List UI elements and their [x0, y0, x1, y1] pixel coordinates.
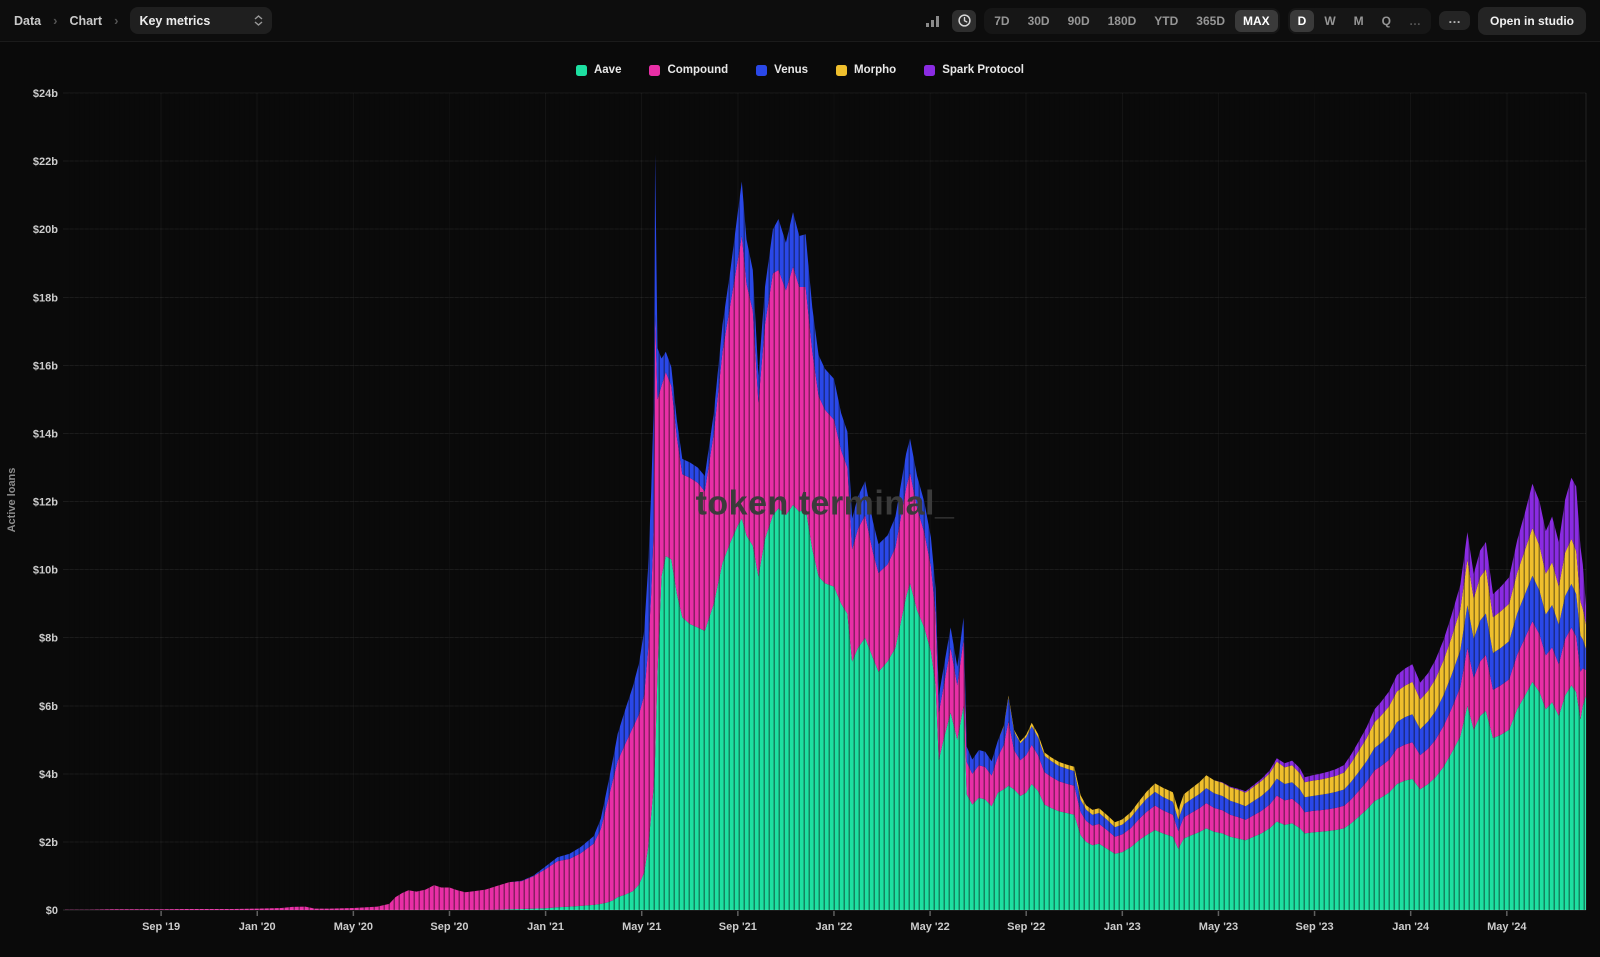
x-axis-label: Jan '20 [239, 921, 276, 933]
x-axis-label: Jan '23 [1104, 921, 1141, 933]
chevron-right-icon: › [53, 13, 57, 28]
legend-item-morpho[interactable]: Morpho [836, 64, 896, 76]
x-axis-label: Sep '22 [1007, 921, 1045, 933]
range-max[interactable]: MAX [1235, 10, 1278, 32]
y-axis-label: $14b [33, 428, 58, 440]
x-axis-label: Jan '24 [1392, 921, 1430, 933]
aave-swatch-icon [576, 65, 587, 76]
y-axis-label: $10b [33, 565, 58, 577]
x-axis-label: May '23 [1199, 921, 1238, 933]
y-axis-label: $24b [33, 88, 58, 100]
x-axis-label: May '22 [910, 921, 949, 933]
y-axis-label: $18b [33, 292, 58, 304]
y-axis-label: $12b [33, 497, 58, 509]
range-180d[interactable]: 180D [1100, 10, 1145, 32]
y-axis-label: $8b [39, 633, 58, 645]
venus-swatch-icon [756, 65, 767, 76]
chart-controls: 7D 30D 90D 180D YTD 365D MAX D W M Q … …… [920, 7, 1586, 35]
x-axis-label: May '24 [1487, 921, 1527, 933]
top-toolbar: Data › Chart › Key metrics 7D 30D 90D [0, 0, 1600, 42]
legend-item-venus[interactable]: Venus [756, 64, 808, 76]
x-axis-label: Sep '20 [430, 921, 468, 933]
active-loans-stacked-chart[interactable]: $0 $2b $4b $6b $8b $10b $12b $14b $16b $18b $20b $2… [0, 42, 1600, 957]
granularity-day[interactable]: D [1290, 10, 1315, 32]
range-7d[interactable]: 7D [986, 10, 1017, 32]
y-axis-label: $22b [33, 156, 58, 168]
range-ytd[interactable]: YTD [1146, 10, 1186, 32]
y-axis-label: $6b [39, 701, 58, 713]
y-axis-label: $2b [39, 837, 58, 849]
range-30d[interactable]: 30D [1020, 10, 1058, 32]
range-365d[interactable]: 365D [1188, 10, 1233, 32]
x-axis-label: Jan '21 [527, 921, 564, 933]
y-axis-label: $20b [33, 224, 58, 236]
metric-select-value: Key metrics [139, 14, 210, 28]
x-axis-label: May '21 [622, 921, 661, 933]
x-axis-label: May '20 [334, 921, 373, 933]
more-options-button[interactable]: … [1439, 11, 1470, 30]
x-axis-label: Sep '23 [1296, 921, 1334, 933]
y-axis-label: $4b [39, 769, 58, 781]
select-chevrons-icon [254, 15, 263, 26]
breadcrumb-chart[interactable]: Chart [69, 14, 102, 28]
granularity-more[interactable]: … [1401, 10, 1429, 32]
y-axis-title: Active loans [6, 467, 18, 532]
spark-swatch-icon [924, 65, 935, 76]
granularity-quarter[interactable]: Q [1374, 10, 1399, 32]
granularity-group: D W M Q … [1288, 8, 1431, 34]
y-axis-label: $0 [46, 905, 58, 917]
open-in-studio-button[interactable]: Open in studio [1478, 7, 1586, 35]
metric-select[interactable]: Key metrics [130, 7, 272, 34]
bar-chart-icon[interactable] [920, 10, 944, 32]
y-axis-label: $16b [33, 360, 58, 372]
range-group: 7D 30D 90D 180D YTD 365D MAX [984, 8, 1279, 34]
chart-legend: Aave Compound Venus Morpho Spark Protoco… [0, 64, 1600, 76]
x-axis-label: Sep '21 [719, 921, 757, 933]
breadcrumb-data[interactable]: Data [14, 14, 41, 28]
x-axis-label: Jan '22 [816, 921, 853, 933]
legend-item-aave[interactable]: Aave [576, 64, 622, 76]
morpho-swatch-icon [836, 65, 847, 76]
clock-icon[interactable] [952, 10, 976, 32]
compound-swatch-icon [649, 65, 660, 76]
range-90d[interactable]: 90D [1060, 10, 1098, 32]
legend-item-compound[interactable]: Compound [649, 64, 728, 76]
granularity-week[interactable]: W [1316, 10, 1343, 32]
chart-area: Aave Compound Venus Morpho Spark Protoco… [0, 42, 1600, 957]
granularity-month[interactable]: M [1346, 10, 1372, 32]
chevron-right-icon: › [114, 13, 118, 28]
legend-item-spark-protocol[interactable]: Spark Protocol [924, 64, 1024, 76]
x-axis-label: Sep '19 [142, 921, 180, 933]
